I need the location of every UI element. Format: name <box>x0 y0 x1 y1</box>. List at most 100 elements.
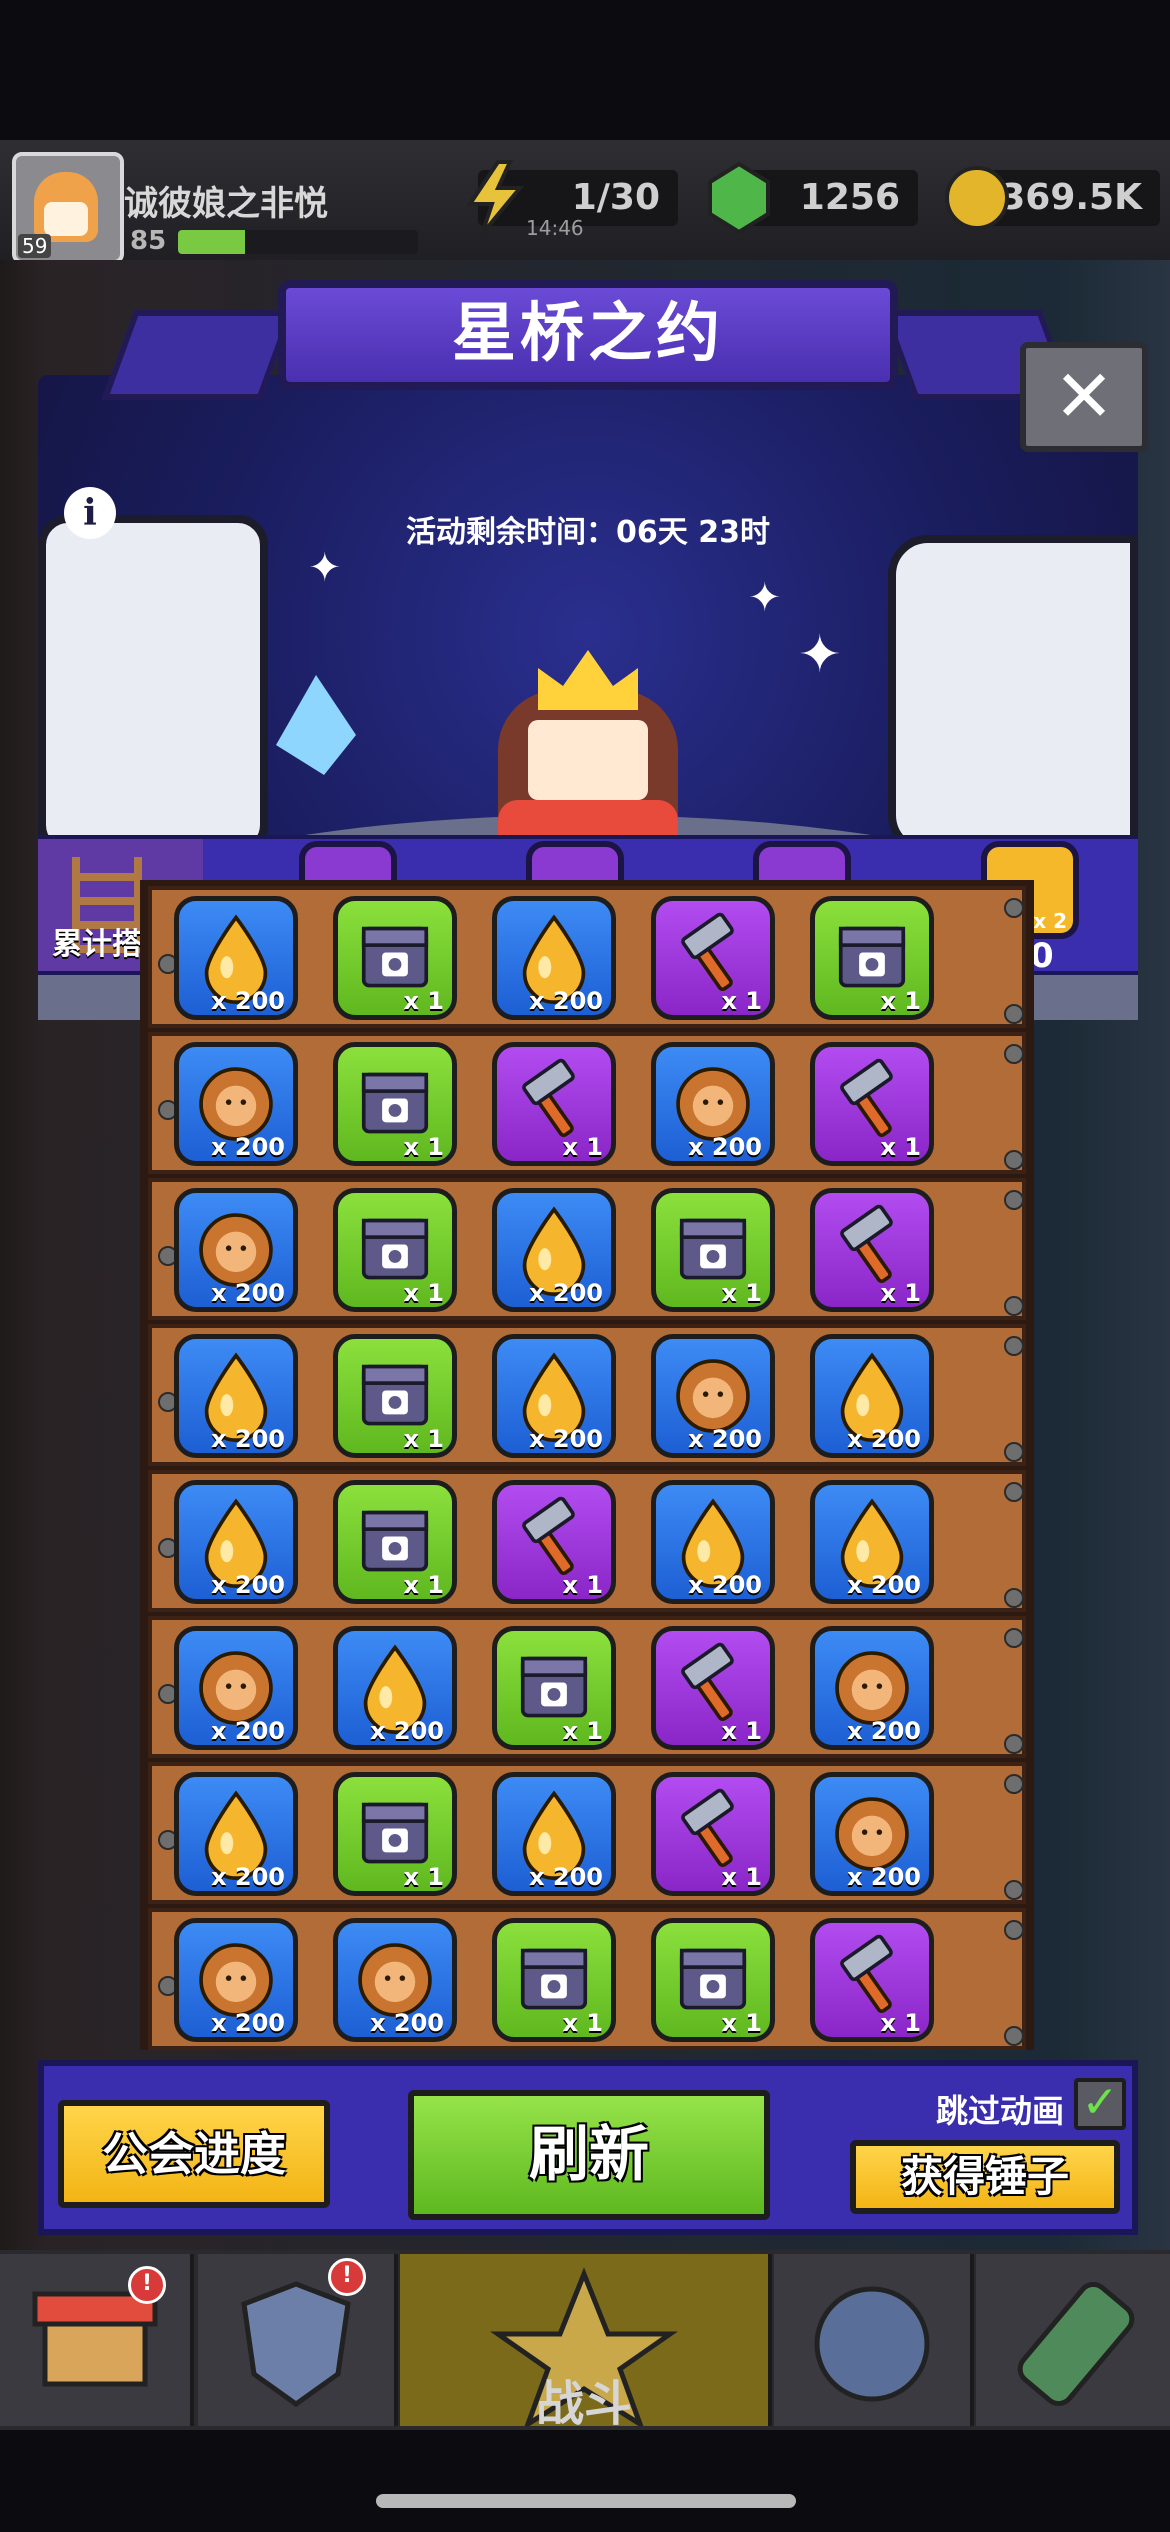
tile-qty: x 200 <box>847 1425 921 1453</box>
reward-tile-coin[interactable]: x 200 <box>651 1042 775 1166</box>
nav-talent[interactable] <box>774 2254 974 2426</box>
reward-tile-chest[interactable]: x 1 <box>333 1772 457 1896</box>
tile-qty: x 200 <box>211 1279 285 1307</box>
gem-counter[interactable]: 1256 <box>708 161 918 235</box>
reward-tile-hammer[interactable]: x 1 <box>810 1918 934 2042</box>
reward-tile-hammer[interactable]: x 1 <box>810 1042 934 1166</box>
energy-timer: 14:46 <box>526 216 584 240</box>
tile-qty: x 200 <box>211 987 285 1015</box>
tile-qty: x 200 <box>211 1863 285 1891</box>
tile-qty: x 200 <box>529 1279 603 1307</box>
top-status-bar: 59 诚彼娘之非悦 85 1/30 14:46 1256 369.5K <box>0 140 1170 264</box>
tile-qty: x 1 <box>721 1717 762 1745</box>
screw-icon <box>1004 1734 1024 1754</box>
event-remaining-time: 活动剩余时间：06天 23时 <box>406 515 770 550</box>
reward-tile-chest[interactable]: x 1 <box>492 1626 616 1750</box>
nav-gene[interactable] <box>976 2254 1170 2426</box>
reward-tile-coin[interactable]: x 200 <box>651 1334 775 1458</box>
action-panel: 公会进度 刷新 跳过动画 ✓ 获得锤子 <box>38 2060 1138 2235</box>
tile-qty: x 1 <box>403 987 444 1015</box>
tile-qty: x 1 <box>403 1425 444 1453</box>
sparkle-icon: ✦ <box>798 625 842 685</box>
reward-tile-oil[interactable]: x 200 <box>492 1772 616 1896</box>
reward-tile-coin[interactable]: x 200 <box>174 1626 298 1750</box>
close-button[interactable]: ✕ <box>1020 342 1148 452</box>
nav-battle[interactable]: 战斗 <box>400 2254 772 2432</box>
reward-tile-oil[interactable]: x 200 <box>174 1772 298 1896</box>
reward-tile-chest[interactable]: x 1 <box>333 1334 457 1458</box>
reward-tile-oil[interactable]: x 200 <box>174 1334 298 1458</box>
reward-tile-hammer[interactable]: x 1 <box>492 1480 616 1604</box>
reward-tile-hammer[interactable]: x 1 <box>651 1626 775 1750</box>
skip-animation-checkbox[interactable]: ✓ <box>1074 2078 1126 2130</box>
reward-tile-chest[interactable]: x 1 <box>651 1918 775 2042</box>
reward-tile-chest[interactable]: x 1 <box>810 896 934 1020</box>
player-avatar[interactable]: 59 <box>12 152 124 264</box>
bottom-navigation: ! ! 战斗 <box>0 2250 1170 2432</box>
gem-icon <box>708 161 770 235</box>
screw-icon <box>1004 1880 1024 1900</box>
screw-icon <box>1004 1336 1024 1356</box>
reward-tile-hammer[interactable]: x 1 <box>810 1188 934 1312</box>
gold-counter[interactable]: 369.5K <box>945 166 1160 230</box>
guild-progress-button[interactable]: 公会进度 <box>58 2100 330 2208</box>
tile-qty: x 200 <box>688 1133 762 1161</box>
reward-tile-chest[interactable]: x 1 <box>492 1918 616 2042</box>
reward-tile-oil[interactable]: x 200 <box>810 1480 934 1604</box>
reward-tile-hammer[interactable]: x 1 <box>651 896 775 1020</box>
reward-tile-coin[interactable]: x 200 <box>333 1918 457 2042</box>
reward-tile-chest[interactable]: x 1 <box>333 1188 457 1312</box>
reward-tile-hammer[interactable]: x 1 <box>651 1772 775 1896</box>
reward-tile-oil[interactable]: x 200 <box>492 1334 616 1458</box>
get-hammer-button[interactable]: 获得锤子 <box>850 2140 1120 2214</box>
reward-tile-coin[interactable]: x 200 <box>174 1918 298 2042</box>
tile-qty: x 1 <box>562 1133 603 1161</box>
reward-tile-chest[interactable]: x 1 <box>333 896 457 1020</box>
reward-tile-oil[interactable]: x 200 <box>492 896 616 1020</box>
tile-qty: x 1 <box>880 2009 921 2037</box>
princess-character <box>478 620 698 850</box>
gene-icon <box>1017 2281 1135 2407</box>
screw-icon <box>1004 1482 1024 1502</box>
screw-icon <box>1004 2026 1024 2046</box>
player-name: 诚彼娘之非悦 <box>124 184 328 224</box>
tile-qty: x 200 <box>688 1571 762 1599</box>
refresh-button[interactable]: 刷新 <box>408 2090 770 2220</box>
skip-animation-label: 跳过动画 <box>936 2092 1065 2130</box>
reward-tile-chest[interactable]: x 1 <box>333 1480 457 1604</box>
orb-icon <box>814 2286 930 2402</box>
reward-tile-coin[interactable]: x 200 <box>810 1626 934 1750</box>
home-indicator <box>376 2494 796 2508</box>
tile-qty: x 200 <box>211 1133 285 1161</box>
reward-tile-coin[interactable]: x 200 <box>810 1772 934 1896</box>
reward-board: x 200 x 1x 200 x 1x 1x 200 x 1x 1x 200 x 1x … <box>140 880 1034 2050</box>
tile-qty: x 200 <box>847 1571 921 1599</box>
board-row: x 200 x 200 x 1 x 1 x 1 <box>148 1908 1026 2050</box>
reward-tile-chest[interactable]: x 1 <box>651 1188 775 1312</box>
event-title: 星桥之约 <box>278 280 898 390</box>
nav-equipment[interactable]: ! <box>198 2254 398 2426</box>
reward-tile-oil[interactable]: x 200 <box>333 1626 457 1750</box>
reward-tile-coin[interactable]: x 200 <box>174 1188 298 1312</box>
reward-tile-oil[interactable]: x 200 <box>651 1480 775 1604</box>
nav-shop[interactable]: ! <box>0 2254 194 2426</box>
screw-icon <box>1004 1150 1024 1170</box>
screw-icon <box>1004 1044 1024 1064</box>
screw-icon <box>1004 898 1024 918</box>
tile-qty: x 200 <box>211 1425 285 1453</box>
tile-qty: x 200 <box>847 1717 921 1745</box>
reward-tile-chest[interactable]: x 1 <box>333 1042 457 1166</box>
tile-qty: x 200 <box>529 1863 603 1891</box>
reward-tile-oil[interactable]: x 200 <box>174 1480 298 1604</box>
tile-qty: x 1 <box>403 1863 444 1891</box>
reward-tile-oil[interactable]: x 200 <box>492 1188 616 1312</box>
reward-tile-hammer[interactable]: x 1 <box>492 1042 616 1166</box>
screw-icon <box>1004 1628 1024 1648</box>
reward-tile-coin[interactable]: x 200 <box>174 1042 298 1166</box>
reward-tile-oil[interactable]: x 200 <box>174 896 298 1020</box>
board-row: x 200 x 1 x 1 x 200 x 1 <box>148 1032 1026 1174</box>
board-row: x 200 x 1 x 200 x 1 x 1 <box>148 886 1026 1028</box>
board-row: x 200 x 1 x 200 x 200 x 200 <box>148 1324 1026 1466</box>
reward-tile-oil[interactable]: x 200 <box>810 1334 934 1458</box>
avatar-level: 59 <box>18 234 52 258</box>
